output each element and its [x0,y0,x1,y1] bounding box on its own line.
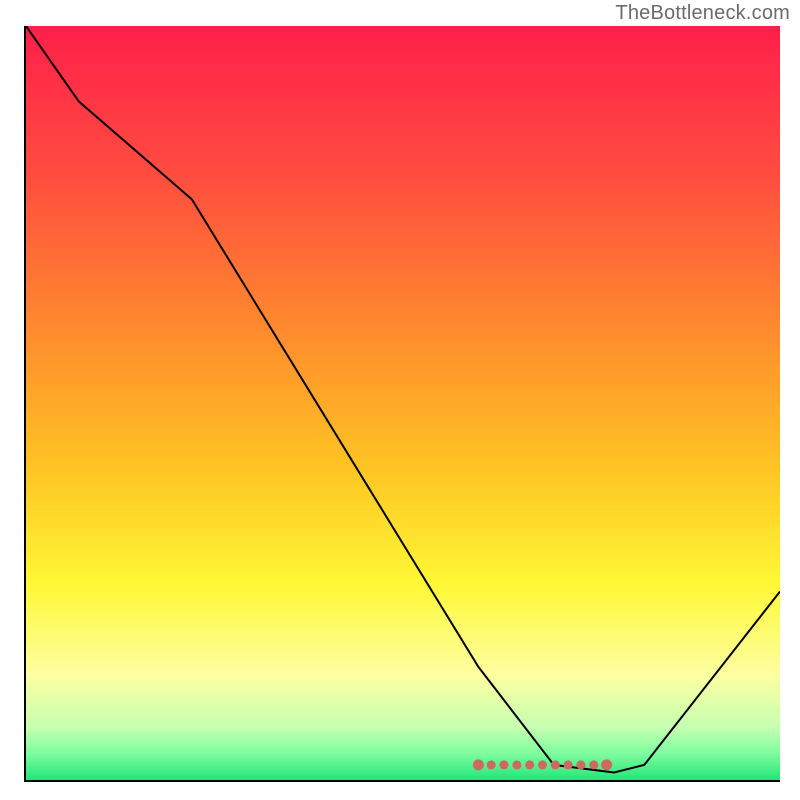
chart-marker-dot [500,760,509,769]
chart-marker-dot [525,760,534,769]
chart-svg [26,26,780,780]
chart-background [26,26,780,780]
chart-marker-dot [538,760,547,769]
chart-marker-dot [487,760,496,769]
chart-plot-area [24,26,780,782]
chart-marker-dot [564,760,573,769]
watermark-text: TheBottleneck.com [615,2,790,25]
chart-marker-dot [512,760,521,769]
chart-marker-dot [473,759,484,770]
chart-marker-dot [551,760,560,769]
chart-marker-dot [589,760,598,769]
chart-marker-dot [601,759,612,770]
chart-marker-dot [576,760,585,769]
